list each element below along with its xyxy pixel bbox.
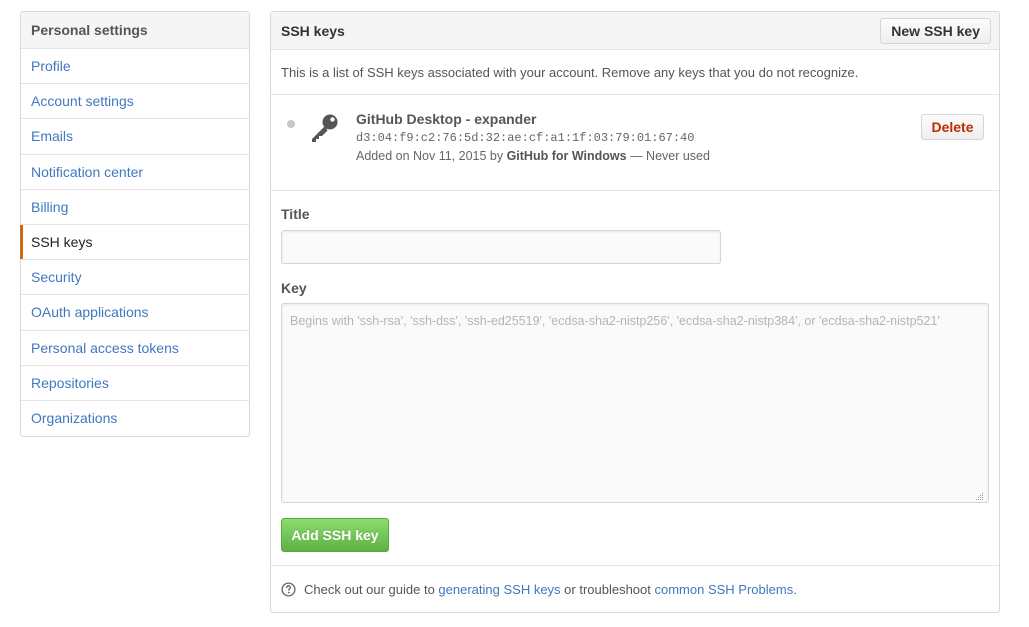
help-text-suffix: .: [793, 581, 797, 597]
add-ssh-key-form: Title Key Add SSH key: [271, 191, 999, 566]
help-footer: Check out our guide to generating SSH ke…: [271, 566, 999, 612]
delete-key-button[interactable]: Delete: [921, 114, 984, 140]
page-title: SSH keys: [281, 22, 345, 39]
sidebar-item-label: Profile: [31, 58, 71, 75]
help-text-middle: or troubleshoot: [560, 581, 655, 597]
sidebar-item-label: Billing: [31, 198, 69, 215]
key-title: GitHub Desktop - expander: [356, 111, 537, 127]
sidebar-item-label: Emails: [31, 128, 74, 145]
key-label: Key: [281, 280, 307, 296]
ssh-key-item: GitHub Desktop - expander d3:04:f9:c2:76…: [271, 95, 999, 191]
common-ssh-problems-link[interactable]: common SSH Problems: [655, 582, 794, 597]
key-status-dot: [287, 120, 295, 128]
sidebar-item-notification-center[interactable]: Notification center: [21, 155, 249, 190]
panel-header: SSH keys New SSH key: [271, 12, 999, 50]
new-ssh-key-button[interactable]: New SSH key: [880, 17, 991, 44]
ssh-keys-panel: SSH keys New SSH key This is a list of S…: [270, 11, 1000, 613]
sidebar-item-label: Account settings: [31, 93, 134, 110]
resize-grip-icon[interactable]: [974, 491, 984, 501]
panel-description: This is a list of SSH keys associated wi…: [271, 50, 999, 95]
sidebar-item-label: SSH keys: [31, 234, 93, 251]
add-ssh-key-button[interactable]: Add SSH key: [281, 518, 389, 552]
key-added-date: Added on Nov 11, 2015 by: [356, 149, 507, 163]
help-text-prefix: Check out our guide to: [304, 581, 439, 597]
key-added-by: GitHub for Windows: [506, 149, 627, 163]
sidebar-item-label: Security: [31, 269, 82, 286]
key-usage: — Never used: [626, 149, 710, 163]
sidebar-item-repositories[interactable]: Repositories: [21, 366, 249, 401]
sidebar-item-security[interactable]: Security: [21, 260, 249, 296]
sidebar-item-label: Personal access tokens: [31, 339, 179, 356]
sidebar-item-label: Notification center: [31, 163, 144, 180]
sidebar-item-label: Organizations: [31, 410, 118, 427]
question-circle-icon: [281, 581, 296, 597]
sidebar-item-label: Repositories: [31, 374, 109, 391]
sidebar-item-billing[interactable]: Billing: [21, 190, 249, 225]
settings-sidebar: Personal settings Profile Account settin…: [20, 11, 250, 438]
sidebar-item-ssh-keys[interactable]: SSH keys: [20, 224, 249, 261]
key-fingerprint: d3:04:f9:c2:76:5d:32:ae:cf:a1:1f:03:79:0…: [356, 131, 695, 145]
sidebar-item-account-settings[interactable]: Account settings: [21, 84, 249, 120]
title-label: Title: [281, 206, 310, 222]
key-icon: [312, 114, 338, 142]
sidebar-item-label: OAuth applications: [31, 304, 149, 321]
sidebar-header: Personal settings: [21, 12, 249, 49]
sidebar-item-emails[interactable]: Emails: [21, 119, 249, 155]
key-meta: Added on Nov 11, 2015 by GitHub for Wind…: [356, 149, 710, 163]
sidebar-item-oauth-applications[interactable]: OAuth applications: [21, 295, 249, 331]
sidebar-item-organizations[interactable]: Organizations: [21, 401, 249, 436]
sidebar-item-personal-access-tokens[interactable]: Personal access tokens: [21, 331, 249, 366]
generating-ssh-keys-link[interactable]: generating SSH keys: [438, 582, 560, 597]
key-textarea[interactable]: [281, 303, 989, 503]
title-input[interactable]: [281, 230, 721, 264]
sidebar-item-profile[interactable]: Profile: [21, 49, 249, 85]
